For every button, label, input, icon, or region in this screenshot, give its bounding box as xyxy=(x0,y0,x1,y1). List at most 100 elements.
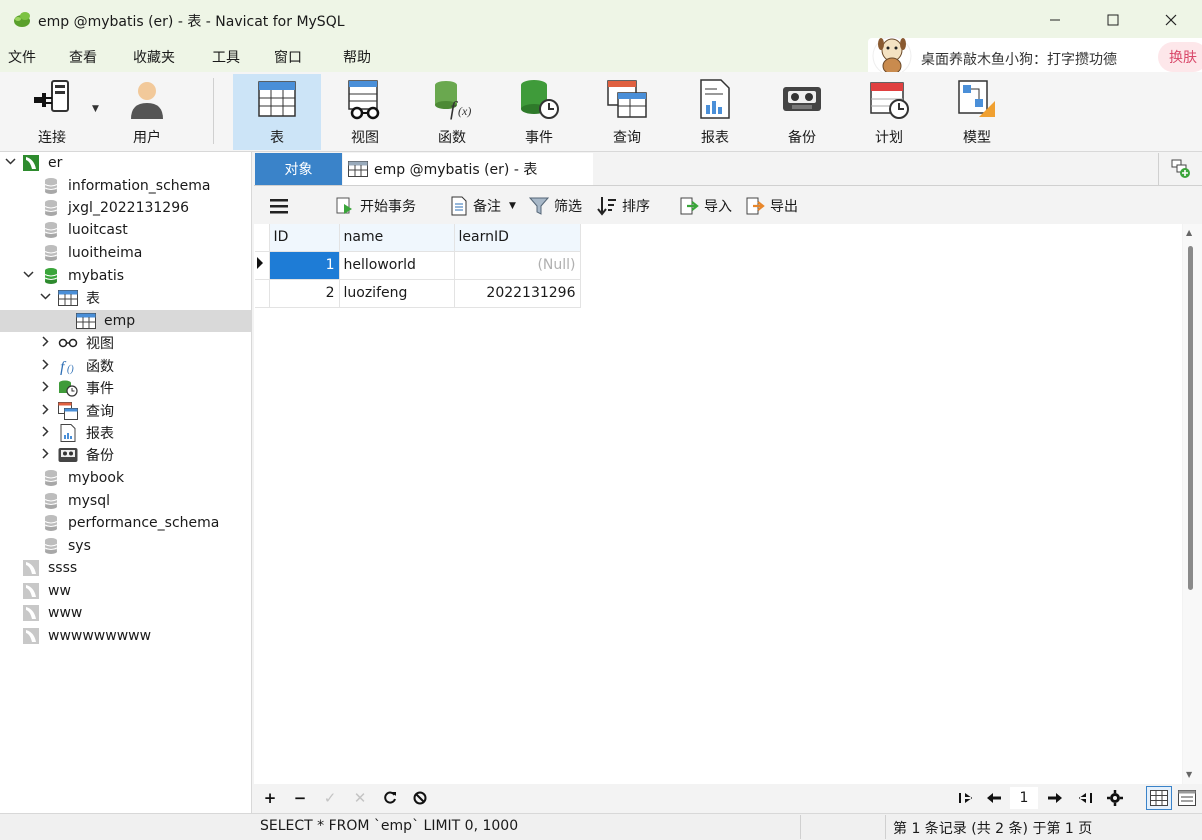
tree-item-mybook[interactable]: mybook xyxy=(0,467,251,489)
minimize-button[interactable] xyxy=(1026,0,1084,40)
maximize-button[interactable] xyxy=(1084,0,1142,40)
tree-item-backups[interactable]: 备份 xyxy=(0,444,251,466)
grid-view-toggle[interactable] xyxy=(1146,786,1172,810)
next-page-button[interactable] xyxy=(1044,787,1066,809)
toolbar-event-button[interactable]: 事件 xyxy=(495,74,583,150)
toolbar-report-button[interactable]: 报表 xyxy=(671,74,759,150)
tree-item-wwwwwwwww[interactable]: wwwwwwwww xyxy=(0,625,251,647)
menu-favorites[interactable]: 收藏夹 xyxy=(133,47,175,67)
database-icon xyxy=(42,514,60,532)
table-row[interactable]: 1 helloworld (Null) xyxy=(255,251,581,280)
memo-button[interactable]: 备注 ▼ xyxy=(450,193,516,219)
delete-record-button[interactable]: − xyxy=(289,787,311,809)
toolbar-query-button[interactable]: 查询 xyxy=(583,74,671,150)
tree-item-events[interactable]: 事件 xyxy=(0,377,251,399)
discard-changes-button[interactable]: ✕ xyxy=(349,787,371,809)
tree-item-performance-schema[interactable]: performance_schema xyxy=(0,512,251,534)
toolbar-model-button[interactable]: 模型 xyxy=(933,74,1021,150)
toolbar-connection-button[interactable]: 连接 xyxy=(8,74,96,150)
chevron-down-icon[interactable] xyxy=(3,156,17,170)
chevron-right-icon[interactable] xyxy=(38,404,52,418)
toolbar-report-label: 报表 xyxy=(701,130,729,146)
change-skin-button[interactable]: 换肤 xyxy=(1158,42,1202,72)
apply-changes-button[interactable]: ✓ xyxy=(319,787,341,809)
chevron-down-icon[interactable] xyxy=(21,269,35,283)
scroll-down-arrow-icon[interactable]: ▼ xyxy=(1186,770,1192,779)
chevron-down-icon[interactable] xyxy=(38,291,52,305)
chevron-right-icon[interactable] xyxy=(38,381,52,395)
grid-settings-button[interactable] xyxy=(1104,787,1126,809)
row-selector[interactable] xyxy=(255,279,270,308)
menu-tools[interactable]: 工具 xyxy=(212,47,240,67)
column-header-learnid[interactable]: learnID xyxy=(454,224,581,252)
tree-item-functions[interactable]: f() 函数 xyxy=(0,355,251,377)
connection-dropdown-caret-icon[interactable]: ▼ xyxy=(92,104,99,114)
tree-item-reports[interactable]: 报表 xyxy=(0,422,251,444)
scroll-up-arrow-icon[interactable]: ▲ xyxy=(1186,228,1192,237)
tree-item-luoitcast[interactable]: luoitcast xyxy=(0,219,251,241)
chevron-right-icon[interactable] xyxy=(38,359,52,373)
cell-id[interactable]: 1 xyxy=(269,251,340,280)
table-row[interactable]: 2 luozifeng 2022131296 xyxy=(255,279,581,308)
cell-id[interactable]: 2 xyxy=(269,279,340,308)
toolbar-backup-label: 备份 xyxy=(788,130,816,146)
menu-button[interactable] xyxy=(270,193,293,219)
filter-label: 筛选 xyxy=(554,199,582,215)
last-page-button[interactable] xyxy=(1074,787,1096,809)
tree-item-information-schema[interactable]: information_schema xyxy=(0,175,251,197)
chevron-right-icon[interactable] xyxy=(38,448,52,462)
tab-objects[interactable]: 对象 xyxy=(255,153,342,185)
close-button[interactable] xyxy=(1142,0,1200,40)
sort-button[interactable]: 排序 xyxy=(597,193,650,219)
menu-file[interactable]: 文件 xyxy=(8,47,36,67)
chevron-right-icon[interactable] xyxy=(38,336,52,350)
toolbar-schedule-button[interactable]: 计划 xyxy=(845,74,933,150)
column-header-id[interactable]: ID xyxy=(269,224,340,252)
refresh-button[interactable] xyxy=(379,787,401,809)
page-number-input[interactable]: 1 xyxy=(1010,787,1038,809)
import-button[interactable]: 导入 xyxy=(679,193,732,219)
cell-learnid[interactable]: (Null) xyxy=(454,251,581,280)
first-page-button[interactable] xyxy=(955,787,977,809)
tree-item-emp[interactable]: emp xyxy=(0,310,251,332)
menu-help[interactable]: 帮助 xyxy=(343,47,371,67)
menu-view[interactable]: 查看 xyxy=(69,47,97,67)
stop-button[interactable] xyxy=(409,787,431,809)
form-view-toggle[interactable] xyxy=(1174,786,1200,810)
previous-page-button[interactable] xyxy=(983,787,1005,809)
column-header-name[interactable]: name xyxy=(339,224,455,252)
tree-item-ssss[interactable]: ssss xyxy=(0,557,251,579)
cell-name[interactable]: helloworld xyxy=(339,251,455,280)
tree-item-ww[interactable]: ww xyxy=(0,580,251,602)
export-button[interactable]: 导出 xyxy=(745,193,798,219)
tree-item-views[interactable]: 视图 xyxy=(0,332,251,354)
tab-emp-table[interactable]: emp @mybatis (er) - 表 xyxy=(343,153,593,185)
chevron-right-icon[interactable] xyxy=(38,426,52,440)
menu-window[interactable]: 窗口 xyxy=(274,47,302,67)
tree-label: mybatis xyxy=(68,268,125,284)
tree-item-www[interactable]: www xyxy=(0,602,251,624)
arrow-left-icon xyxy=(987,793,1001,803)
tree-item-jxgl[interactable]: jxgl_2022131296 xyxy=(0,197,251,219)
filter-button[interactable]: 筛选 xyxy=(529,193,582,219)
tree-item-luoitheima[interactable]: luoitheima xyxy=(0,242,251,264)
toolbar-backup-button[interactable]: 备份 xyxy=(758,74,846,150)
tree-item-er[interactable]: er xyxy=(0,152,251,174)
tree-item-queries[interactable]: 查询 xyxy=(0,400,251,422)
cell-name[interactable]: luozifeng xyxy=(339,279,455,308)
user-icon xyxy=(131,82,163,119)
tree-item-mysql[interactable]: mysql xyxy=(0,490,251,512)
begin-transaction-button[interactable]: 开始事务 xyxy=(335,193,416,219)
current-row-indicator[interactable] xyxy=(255,251,270,280)
toolbar-function-button[interactable]: f (x) 函数 xyxy=(408,74,496,150)
tree-item-tables[interactable]: 表 xyxy=(0,287,251,309)
toolbar-user-button[interactable]: 用户 xyxy=(103,74,191,150)
tree-item-mybatis[interactable]: mybatis xyxy=(0,265,251,287)
tree-item-sys[interactable]: sys xyxy=(0,535,251,557)
add-record-button[interactable]: + xyxy=(259,787,281,809)
new-tab-button[interactable] xyxy=(1158,153,1202,185)
toolbar-table-button[interactable]: 表 xyxy=(233,74,321,150)
toolbar-view-button[interactable]: 视图 xyxy=(321,74,409,150)
scrollbar-thumb[interactable] xyxy=(1188,246,1193,590)
cell-learnid[interactable]: 2022131296 xyxy=(454,279,581,308)
